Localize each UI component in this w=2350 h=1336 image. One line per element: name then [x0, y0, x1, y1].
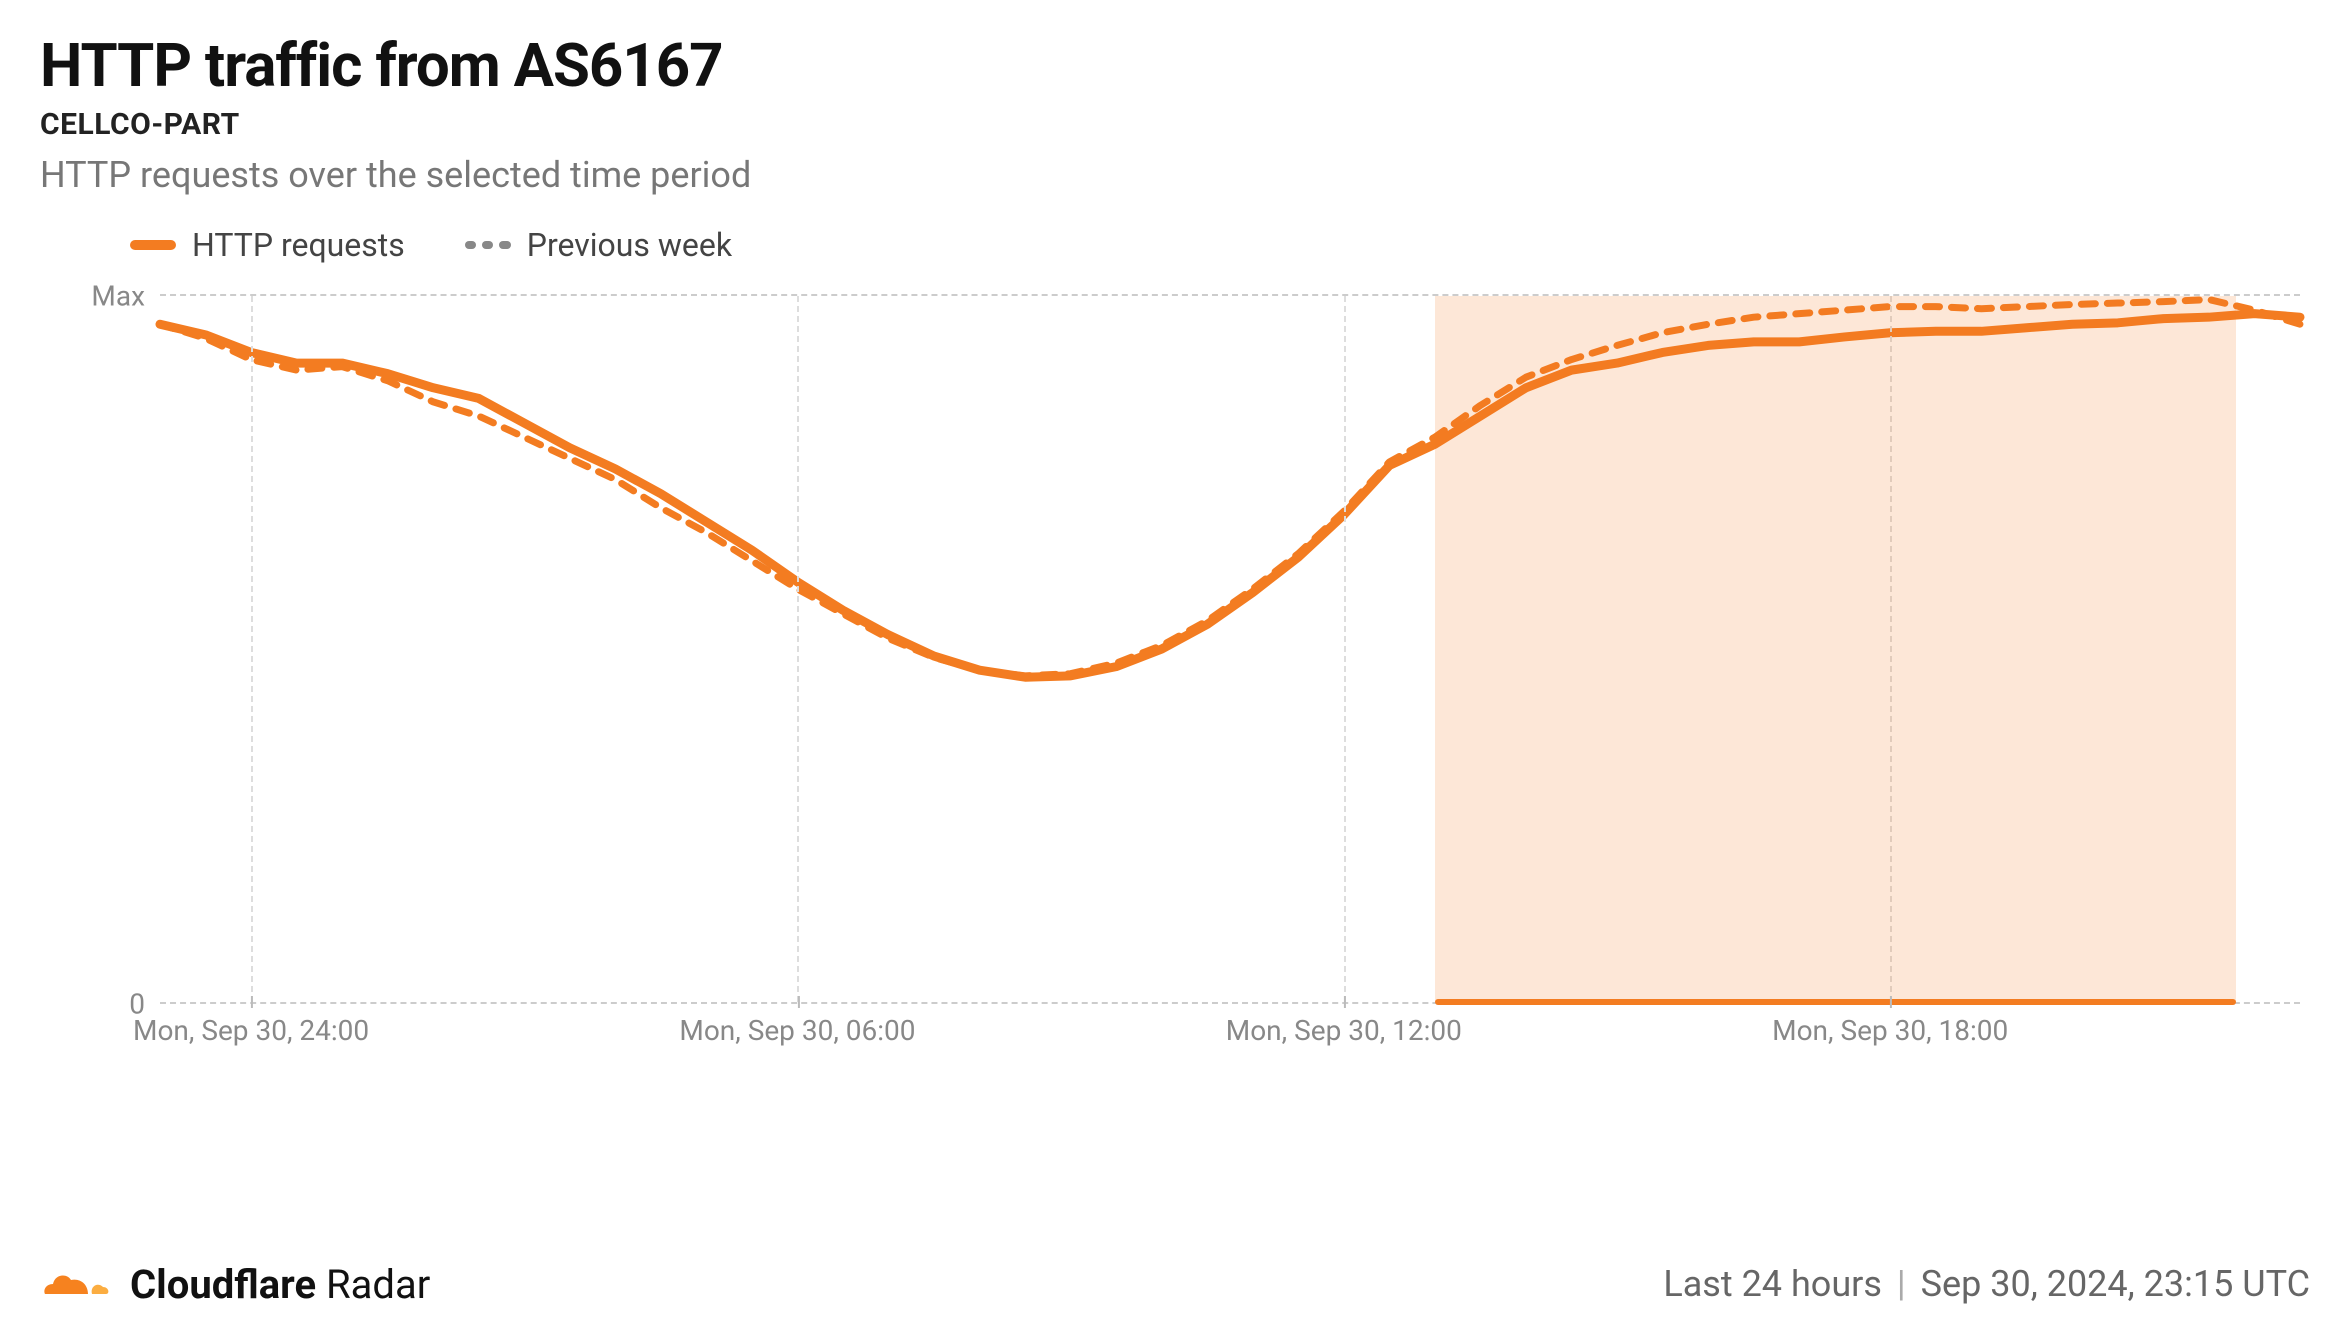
brand-text: Cloudflare Radar [130, 1261, 430, 1308]
legend-label: HTTP requests [192, 226, 405, 264]
x-axis: Mon, Sep 30, 24:00Mon, Sep 30, 06:00Mon,… [160, 1014, 2300, 1054]
chart-footer: Cloudflare Radar Last 24 hours | Sep 30,… [40, 1260, 2310, 1308]
plot-region [160, 294, 2300, 1004]
chart-description: HTTP requests over the selected time per… [40, 154, 2310, 196]
gridline [251, 296, 253, 1002]
legend-item-current[interactable]: HTTP requests [130, 226, 405, 264]
chart-subtitle: CELLCO-PART [40, 107, 2310, 142]
cloudflare-icon [40, 1260, 112, 1308]
highlight-band [1435, 296, 2236, 1002]
legend-item-previous[interactable]: Previous week [465, 226, 732, 264]
chart-title: HTTP traffic from AS6167 [40, 30, 2310, 101]
x-tick-label: Mon, Sep 30, 24:00 [133, 1014, 369, 1047]
divider-icon: | [1897, 1263, 1906, 1305]
chart-area[interactable]: Max 0 Mon, Sep 30, 24:00Mon, Sep 30, 06:… [40, 274, 2310, 1094]
x-tick-label: Mon, Sep 30, 18:00 [1772, 1014, 2008, 1047]
chart-legend: HTTP requests Previous week [130, 226, 2310, 264]
brand: Cloudflare Radar [40, 1260, 430, 1308]
legend-label: Previous week [527, 226, 732, 264]
gridline [797, 296, 799, 1002]
line-solid-icon [130, 240, 176, 250]
x-tick-label: Mon, Sep 30, 12:00 [1226, 1014, 1462, 1047]
x-tick-label: Mon, Sep 30, 06:00 [679, 1014, 915, 1047]
chart-card: HTTP traffic from AS6167 CELLCO-PART HTT… [0, 0, 2350, 1336]
snapshot-time: Sep 30, 2024, 23:15 UTC [1921, 1263, 2310, 1305]
line-dashed-icon [465, 240, 511, 250]
timestamp: Last 24 hours | Sep 30, 2024, 23:15 UTC [1663, 1263, 2310, 1305]
highlight-baseline [1435, 999, 2236, 1005]
y-axis-max-label: Max [91, 280, 145, 313]
time-range: Last 24 hours [1663, 1263, 1882, 1305]
gridline [1344, 296, 1346, 1002]
